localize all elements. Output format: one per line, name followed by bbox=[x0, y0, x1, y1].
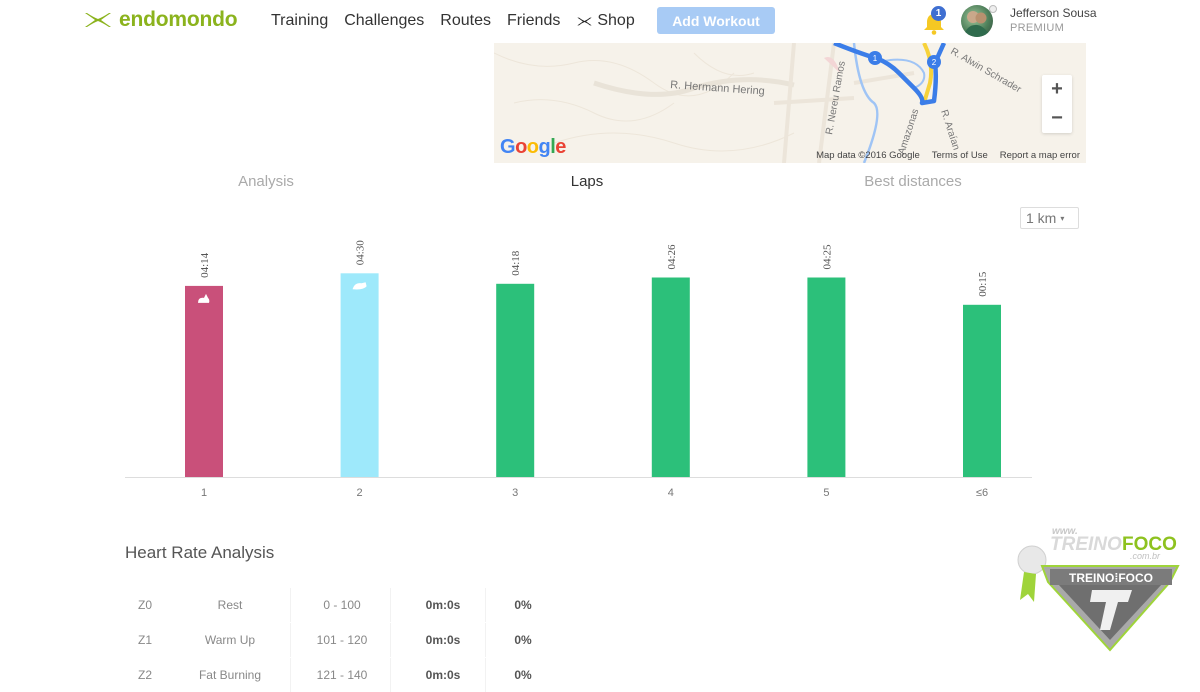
column-divider bbox=[485, 623, 486, 657]
zone-id: Z1 bbox=[138, 633, 153, 647]
lap-time-label: 04:30 bbox=[355, 240, 367, 266]
time-in-zone: 0m:0s bbox=[425, 668, 461, 682]
column-divider bbox=[390, 658, 391, 692]
zone-name: Rest bbox=[217, 598, 243, 612]
zone-name: Warm Up bbox=[204, 633, 256, 647]
bpm-range: 0 - 100 bbox=[323, 598, 361, 612]
column-divider bbox=[290, 658, 291, 692]
heart-rate-analysis-title: Heart Rate Analysis bbox=[125, 543, 275, 562]
lap-time-label: 04:18 bbox=[510, 250, 522, 276]
watermark-medal-icon bbox=[1017, 545, 1047, 575]
bpm-range: 101 - 120 bbox=[316, 633, 368, 647]
laps-chart: 04:14 1 04:30 2 04:18 3 04:26 4 04:25 5 00:15 ≤6 bbox=[0, 0, 1200, 510]
column-divider bbox=[390, 588, 391, 622]
column-divider bbox=[290, 588, 291, 622]
lap-bar-4[interactable] bbox=[651, 277, 690, 478]
time-in-zone: 0m:0s bbox=[425, 633, 461, 647]
treino-foco-watermark: www. TREINO FOCO .com.br TREINO⁞FOCO bbox=[1017, 526, 1180, 652]
column-divider bbox=[485, 588, 486, 622]
watermark-brand-left: TREINO bbox=[1050, 534, 1122, 555]
percent-in-zone: 0% bbox=[514, 598, 532, 612]
zone-name: Fat Burning bbox=[198, 668, 262, 682]
bpm-range: 121 - 140 bbox=[316, 668, 368, 682]
column-divider bbox=[390, 623, 391, 657]
heart-rate-zone-row: Z2 Fat Burning 121 - 140 0m:0s 0% bbox=[125, 658, 545, 692]
heart-rate-zone-row: Z0 Rest 0 - 100 0m:0s 0% bbox=[125, 588, 545, 622]
lap-time-label: 04:25 bbox=[821, 244, 833, 270]
lap-bar-5[interactable] bbox=[807, 277, 846, 478]
watermark-domain: .com.br bbox=[1130, 551, 1161, 561]
column-divider bbox=[290, 623, 291, 657]
lap-time-label: 04:26 bbox=[666, 244, 678, 270]
column-divider bbox=[485, 658, 486, 692]
percent-in-zone: 0% bbox=[514, 633, 532, 647]
lap-bar-2[interactable] bbox=[340, 273, 379, 477]
lap-time-label: 00:15 bbox=[977, 271, 989, 297]
heart-rate-zone-row: Z1 Warm Up 101 - 120 0m:0s 0% bbox=[125, 623, 545, 657]
laps-chart-svg: 04:14 1 04:30 2 04:18 3 04:26 4 04:25 5 00:15 ≤6 bbox=[125, 240, 1032, 499]
lap-number-tick: 5 bbox=[823, 487, 829, 499]
lap-number-tick: 3 bbox=[512, 487, 518, 499]
time-in-zone: 0m:0s bbox=[425, 598, 461, 612]
lap-number-tick: ≤6 bbox=[976, 487, 988, 499]
zone-id: Z0 bbox=[138, 598, 153, 612]
lap-bar-3[interactable] bbox=[496, 283, 535, 477]
lap-bar-≤6[interactable] bbox=[963, 304, 1001, 477]
lap-number-tick: 2 bbox=[357, 487, 363, 499]
zone-id: Z2 bbox=[138, 668, 153, 682]
lap-bar-1[interactable] bbox=[185, 285, 223, 477]
lap-number-tick: 1 bbox=[201, 487, 207, 499]
watermark-badge-text: TREINO⁞FOCO bbox=[1069, 571, 1153, 585]
percent-in-zone: 0% bbox=[514, 668, 532, 682]
lap-time-label: 04:14 bbox=[199, 252, 211, 278]
lap-number-tick: 4 bbox=[668, 487, 674, 499]
